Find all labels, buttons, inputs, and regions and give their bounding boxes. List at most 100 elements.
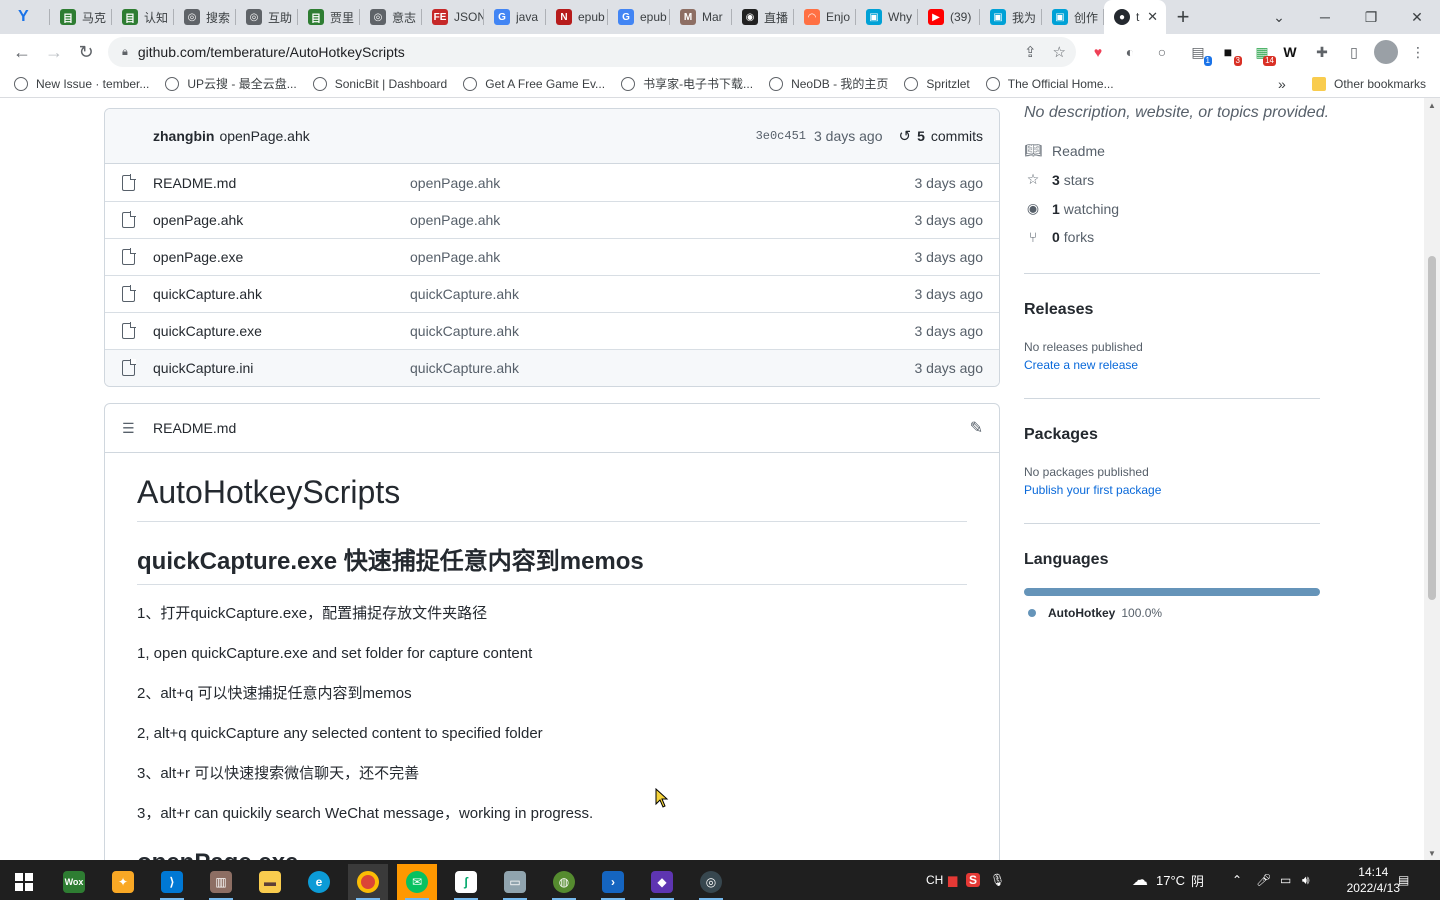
- language-entry[interactable]: AutoHotkey 100.0%: [1028, 606, 1162, 620]
- browser-tab[interactable]: Gepub: [608, 0, 670, 34]
- file-commit-message[interactable]: openPage.ahk: [410, 212, 500, 228]
- readme-filename[interactable]: README.md: [153, 420, 236, 436]
- close-window-icon[interactable]: ✕: [1394, 0, 1440, 34]
- ime-indicator[interactable]: CH: [926, 860, 943, 900]
- browser-tab[interactable]: ◎ 互助: [236, 0, 298, 34]
- scrollbar-thumb[interactable]: [1428, 256, 1436, 600]
- file-name[interactable]: quickCapture.exe: [153, 323, 262, 339]
- volume-icon[interactable]: 🔊︎: [1302, 860, 1310, 900]
- file-name[interactable]: quickCapture.ahk: [153, 286, 262, 302]
- file-row[interactable]: openPage.ahk openPage.ahk 3 days ago: [105, 201, 999, 238]
- taskbar-reader[interactable]: ▥: [201, 864, 241, 900]
- commit-sha[interactable]: 3e0c451: [756, 129, 806, 143]
- browser-tab[interactable]: ◉ 直播: [732, 0, 794, 34]
- file-commit-message[interactable]: quickCapture.ahk: [410, 286, 519, 302]
- taskbar-explorer[interactable]: ▬: [250, 864, 290, 900]
- extension-eye-icon[interactable]: ◐: [1118, 40, 1142, 64]
- packages-heading[interactable]: Packages: [1024, 426, 1098, 444]
- bookmark-item[interactable]: UP云搜 - 最全云盘...: [157, 75, 304, 92]
- file-row[interactable]: quickCapture.ahk quickCapture.ahk 3 days a…: [105, 275, 999, 312]
- tab-app-shortcut[interactable]: Y: [0, 0, 50, 34]
- address-bar[interactable]: 🔒︎ github.com/temberature/AutoHotkeyScri…: [108, 37, 1076, 67]
- other-bookmarks-folder[interactable]: Other bookmarks: [1304, 76, 1434, 91]
- taskbar-app-gray[interactable]: ▭: [495, 864, 535, 900]
- taskbar-edge[interactable]: e: [299, 864, 339, 900]
- browser-tab[interactable]: ◎ 意志: [360, 0, 422, 34]
- tray-s-icon[interactable]: S: [966, 860, 981, 900]
- stars-link[interactable]: ☆ 3 stars: [1024, 171, 1094, 188]
- edit-pencil-icon[interactable]: ✎: [970, 418, 983, 438]
- minimize-icon[interactable]: ─: [1302, 0, 1348, 34]
- tray-overflow-icon[interactable]: ⌃: [1232, 860, 1242, 900]
- file-row[interactable]: README.md openPage.ahk 3 days ago: [105, 164, 999, 201]
- system-clock[interactable]: 14:14 2022/4/13: [1347, 864, 1400, 896]
- publish-package-link[interactable]: Publish your first package: [1024, 483, 1161, 497]
- file-name[interactable]: openPage.ahk: [153, 212, 243, 228]
- browser-tab[interactable]: ▣ 我为: [980, 0, 1042, 34]
- browser-tab[interactable]: FE JSON: [422, 0, 484, 34]
- bookmark-item[interactable]: NeoDB - 我的主页: [761, 75, 896, 92]
- tab-search-icon[interactable]: ⌄: [1256, 0, 1302, 34]
- bookmark-item[interactable]: 书享家-电子书下载...: [613, 75, 761, 92]
- browser-tab[interactable]: ▣ 创作: [1042, 0, 1104, 34]
- file-name[interactable]: README.md: [153, 175, 236, 191]
- taskbar-wox[interactable]: Wox: [54, 864, 94, 900]
- close-tab-icon[interactable]: ✕: [1147, 9, 1158, 25]
- taskbar-app-green[interactable]: ʃ: [446, 864, 486, 900]
- start-button[interactable]: [4, 864, 44, 900]
- bookmarks-overflow-icon[interactable]: »: [1278, 76, 1286, 92]
- readme-link[interactable]: 📖︎ Readme: [1024, 142, 1105, 159]
- page-scrollbar[interactable]: ▲ ▼: [1424, 98, 1440, 860]
- extension-grid-icon[interactable]: ▦ 14: [1250, 40, 1276, 66]
- tray-pdf-icon[interactable]: ▆: [948, 860, 957, 900]
- bookmark-star-icon[interactable]: ☆: [1053, 43, 1066, 61]
- browser-tab[interactable]: Nepub: [546, 0, 608, 34]
- browser-tab[interactable]: ◎ 搜索: [174, 0, 236, 34]
- browser-tab[interactable]: 目马克: [50, 0, 112, 34]
- new-tab-button[interactable]: +: [1166, 0, 1200, 34]
- file-name[interactable]: quickCapture.ini: [153, 360, 253, 376]
- share-icon[interactable]: ⇪: [1024, 43, 1037, 61]
- taskbar-powershell[interactable]: ›: [593, 864, 633, 900]
- taskbar-chrome[interactable]: [348, 864, 388, 900]
- bookmark-item[interactable]: New Issue · tember...: [6, 76, 157, 91]
- forward-icon[interactable]: →: [38, 36, 70, 68]
- extension-circle-icon[interactable]: ○: [1150, 40, 1174, 64]
- file-name[interactable]: openPage.exe: [153, 249, 243, 265]
- taskbar-app-cloud[interactable]: ◍: [544, 864, 584, 900]
- scroll-up-icon[interactable]: ▲: [1424, 98, 1440, 112]
- file-row[interactable]: quickCapture.exe quickCapture.ahk 3 days a…: [105, 312, 999, 349]
- microphone-icon[interactable]: 🎙︎: [990, 860, 1005, 900]
- profile-avatar[interactable]: [1374, 40, 1398, 64]
- file-row[interactable]: quickCapture.ini quickCapture.ahk 3 days a…: [105, 349, 999, 386]
- bookmark-item[interactable]: Spritzlet: [896, 76, 977, 91]
- releases-heading[interactable]: Releases: [1024, 301, 1093, 319]
- bookmark-item[interactable]: SonicBit | Dashboard: [305, 76, 456, 91]
- commit-author[interactable]: zhangbin: [153, 128, 214, 144]
- file-commit-message[interactable]: quickCapture.ahk: [410, 360, 519, 376]
- taskbar-vscode[interactable]: ⟩: [152, 864, 192, 900]
- commits-link[interactable]: ↺ 5 commits: [899, 127, 984, 145]
- lock-icon[interactable]: 🔒︎: [122, 46, 128, 59]
- network-icon[interactable]: ▭: [1280, 860, 1291, 900]
- side-panel-icon[interactable]: ▯: [1342, 40, 1366, 64]
- browser-tab[interactable]: M Mar: [670, 0, 732, 34]
- browser-tab[interactable]: ▣ Why: [856, 0, 918, 34]
- file-commit-message[interactable]: openPage.ahk: [410, 175, 500, 191]
- bookmark-item[interactable]: The Official Home...: [978, 76, 1122, 91]
- file-row[interactable]: openPage.exe openPage.ahk 3 days ago: [105, 238, 999, 275]
- tray-mic-icon[interactable]: 🎤︎: [1256, 860, 1271, 900]
- back-icon[interactable]: ←: [6, 36, 38, 68]
- taskbar-wechat[interactable]: ✉: [397, 864, 437, 900]
- extension-w-icon[interactable]: W: [1278, 40, 1302, 64]
- weather-widget[interactable]: ☁ 17°C 阴: [1132, 860, 1204, 900]
- extensions-puzzle-icon[interactable]: ✚: [1310, 40, 1334, 64]
- file-commit-message[interactable]: quickCapture.ahk: [410, 323, 519, 339]
- reload-icon[interactable]: ↻: [70, 36, 102, 68]
- pocket-icon[interactable]: ♥: [1086, 40, 1110, 64]
- taskbar-toolbox[interactable]: ✦: [103, 864, 143, 900]
- scroll-down-icon[interactable]: ▼: [1424, 846, 1440, 860]
- tab-active-github[interactable]: ● t ✕: [1104, 0, 1166, 34]
- forks-link[interactable]: ⑂ 0 forks: [1024, 229, 1094, 245]
- restore-icon[interactable]: ❐: [1348, 0, 1394, 34]
